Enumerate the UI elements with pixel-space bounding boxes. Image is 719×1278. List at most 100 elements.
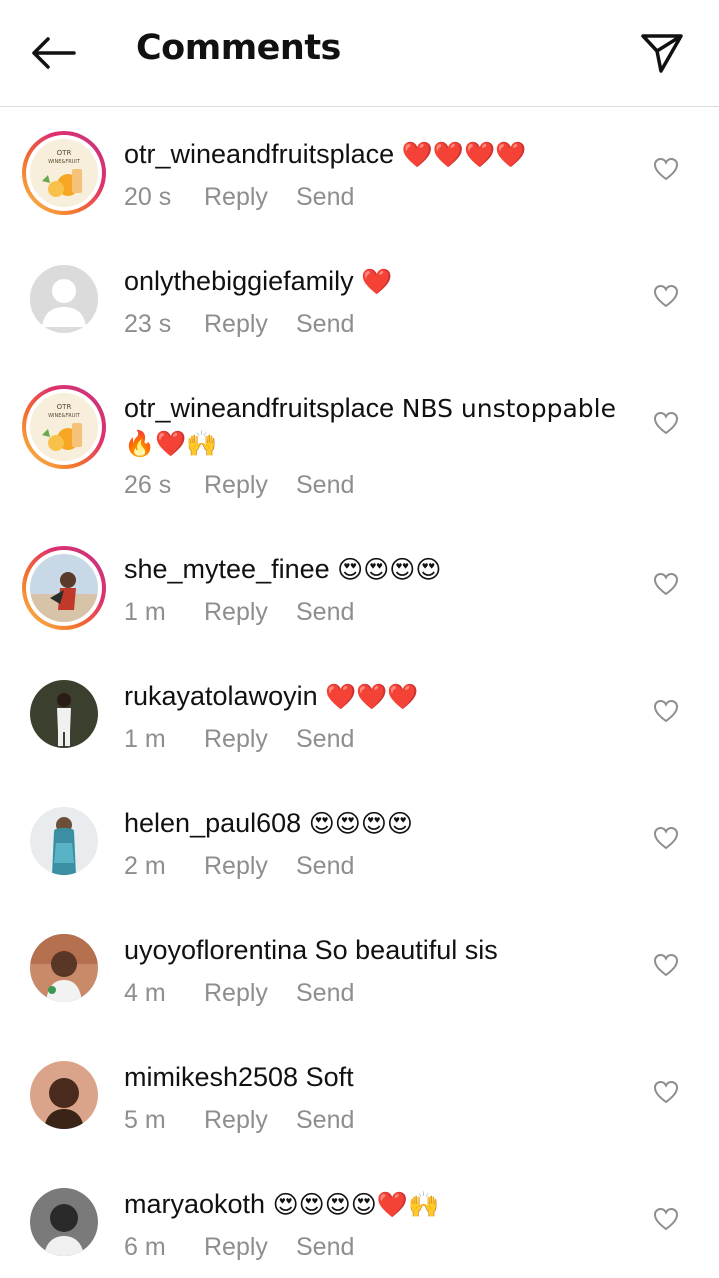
like-button[interactable] [651, 824, 681, 852]
comment-time: 6 m [124, 1233, 166, 1261]
send-button[interactable]: Send [296, 1106, 354, 1135]
avatar[interactable]: OTR WINE&FRUIT [22, 131, 106, 215]
heart-icon [653, 826, 679, 850]
comment-message: ❤️ [361, 267, 393, 296]
reply-button[interactable]: Reply [204, 852, 296, 881]
like-button[interactable] [651, 1205, 681, 1233]
like-button[interactable] [651, 1078, 681, 1106]
user-photo-icon [30, 807, 98, 875]
svg-text:OTR: OTR [57, 149, 72, 157]
comment-text: uyoyoflorentina So beautiful sis [124, 933, 629, 967]
share-button[interactable] [639, 30, 685, 76]
comment-text: otr_wineandfruitsplace ❤️❤️❤️❤️ [124, 137, 629, 172]
avatar[interactable] [30, 807, 98, 875]
send-button[interactable]: Send [296, 471, 354, 500]
like-button[interactable] [651, 951, 681, 979]
comment-username[interactable]: maryaokoth [124, 1189, 265, 1219]
heart-icon [653, 411, 679, 435]
comment-message: So beautiful sis [314, 935, 498, 965]
comment-meta: 20 s Reply Send [124, 183, 354, 212]
comment-username[interactable]: mimikesh2508 [124, 1062, 298, 1092]
like-button[interactable] [651, 570, 681, 598]
send-button[interactable]: Send [296, 183, 354, 212]
comment-username[interactable]: helen_paul608 [124, 808, 301, 838]
comment-message: ❤️❤️❤️❤️ [401, 140, 527, 169]
comment-username[interactable]: otr_wineandfruitsplace [124, 139, 394, 169]
avatar[interactable]: OTR WINE&FRUIT [22, 385, 106, 469]
comment-text: onlythebiggiefamily ❤️ [124, 264, 629, 299]
svg-text:WINE&FRUIT: WINE&FRUIT [48, 159, 81, 165]
comment-meta: 5 m Reply Send [124, 1106, 354, 1135]
comment-text: rukayatolawoyin ❤️❤️❤️ [124, 679, 629, 714]
comment-username[interactable]: rukayatolawoyin [124, 681, 318, 711]
comment-message: 😍😍😍😍❤️🙌 [272, 1190, 440, 1219]
heart-icon [653, 1207, 679, 1231]
reply-button[interactable]: Reply [204, 310, 296, 339]
comment-text: helen_paul608 😍😍😍😍 [124, 806, 629, 841]
svg-text:OTR: OTR [57, 403, 72, 411]
comment-username[interactable]: she_mytee_finee [124, 554, 330, 584]
like-button[interactable] [651, 697, 681, 725]
otr-logo-icon: OTR WINE&FRUIT [30, 393, 98, 461]
avatar[interactable] [22, 546, 106, 630]
back-button[interactable] [28, 30, 78, 76]
user-photo-icon [30, 934, 98, 1002]
comment-text: she_mytee_finee 😍😍😍😍 [124, 552, 629, 587]
heart-icon [653, 157, 679, 181]
comment-meta: 2 m Reply Send [124, 852, 354, 881]
user-photo-icon [30, 1061, 98, 1129]
reply-button[interactable]: Reply [204, 1106, 296, 1135]
comment-time: 26 s [124, 471, 172, 499]
heart-icon [653, 284, 679, 308]
comment-meta: 26 s Reply Send [124, 471, 354, 500]
comment-time: 4 m [124, 979, 166, 1007]
reply-button[interactable]: Reply [204, 1233, 296, 1262]
comment-username[interactable]: onlythebiggiefamily [124, 266, 354, 296]
user-photo-icon [30, 680, 98, 748]
send-button[interactable]: Send [296, 598, 354, 627]
send-button[interactable]: Send [296, 1233, 354, 1262]
comment-meta: 1 m Reply Send [124, 598, 354, 627]
reply-button[interactable]: Reply [204, 598, 296, 627]
otr-logo-icon: OTR WINE&FRUIT [30, 139, 98, 207]
like-button[interactable] [651, 409, 681, 437]
like-button[interactable] [651, 155, 681, 183]
paper-plane-icon [641, 34, 683, 73]
reply-button[interactable]: Reply [204, 183, 296, 212]
reply-button[interactable]: Reply [204, 725, 296, 754]
send-button[interactable]: Send [296, 979, 354, 1008]
comment-meta: 1 m Reply Send [124, 725, 354, 754]
user-photo-icon [30, 1188, 98, 1256]
avatar[interactable] [30, 680, 98, 748]
avatar[interactable] [30, 934, 98, 1002]
default-user-icon [30, 265, 98, 333]
comment-text: mimikesh2508 Soft [124, 1060, 629, 1094]
comment-message: Soft [305, 1062, 354, 1092]
comment-message: 😍😍😍😍 [337, 555, 442, 584]
avatar[interactable] [30, 1061, 98, 1129]
comment-time: 20 s [124, 183, 172, 211]
comment-username[interactable]: otr_wineandfruitsplace [124, 393, 394, 423]
reply-button[interactable]: Reply [204, 471, 296, 500]
header: Comments [0, 0, 719, 107]
comment-username[interactable]: uyoyoflorentina [124, 935, 307, 965]
arrow-left-icon [32, 37, 76, 69]
send-button[interactable]: Send [296, 852, 354, 881]
comment-text: maryaokoth 😍😍😍😍❤️🙌 [124, 1187, 629, 1222]
comment-message: 😍😍😍😍 [308, 809, 413, 838]
page-title: Comments [136, 28, 341, 68]
user-photo-icon [30, 554, 98, 622]
comments-container: OTR WINE&FRUIT otr_wineandfruitsplace ❤️… [0, 107, 719, 1278]
heart-icon [653, 572, 679, 596]
avatar[interactable] [30, 265, 98, 333]
send-button[interactable]: Send [296, 310, 354, 339]
like-button[interactable] [651, 282, 681, 310]
comment-meta: 6 m Reply Send [124, 1233, 354, 1262]
avatar[interactable] [30, 1188, 98, 1256]
send-button[interactable]: Send [296, 725, 354, 754]
comment-time: 23 s [124, 310, 172, 338]
comment-meta: 4 m Reply Send [124, 979, 354, 1008]
heart-icon [653, 953, 679, 977]
reply-button[interactable]: Reply [204, 979, 296, 1008]
comment-text: otr_wineandfruitsplace NBS unstoppable 🔥… [124, 391, 629, 461]
